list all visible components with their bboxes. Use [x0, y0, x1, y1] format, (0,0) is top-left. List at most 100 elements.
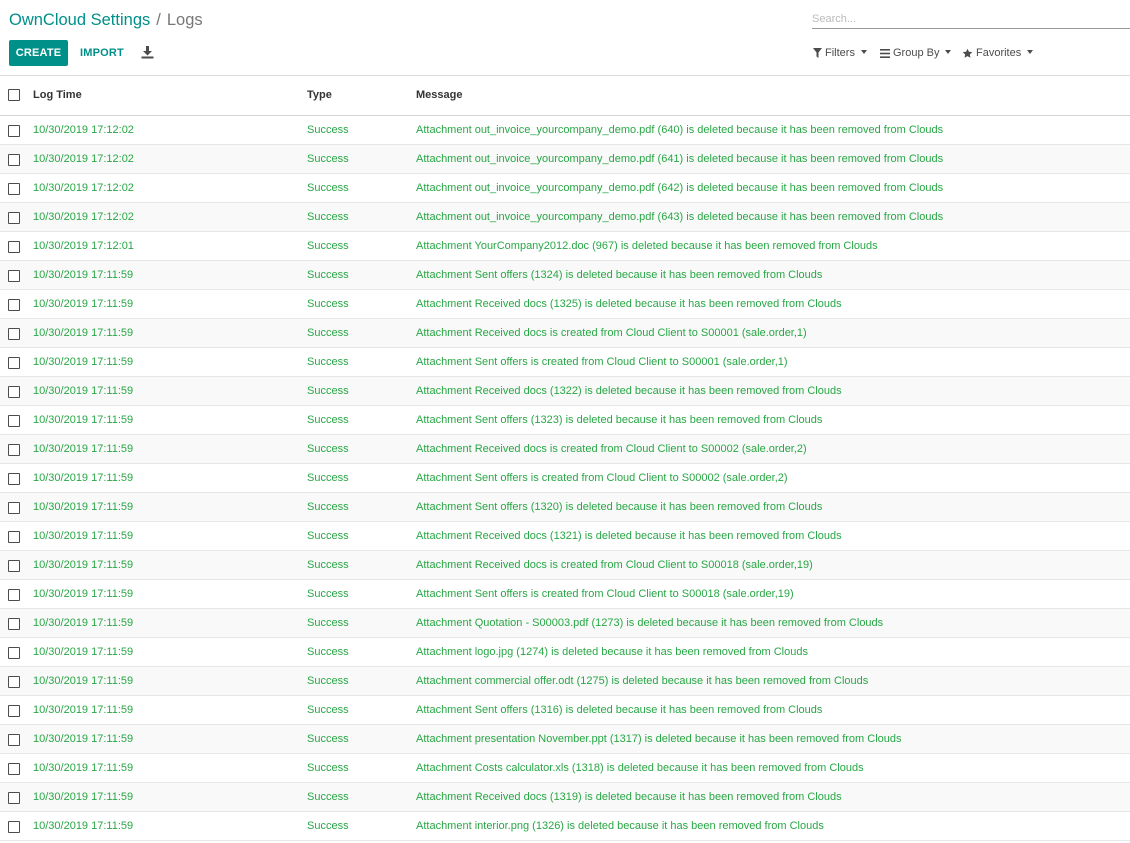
row-checkbox[interactable] [8, 241, 20, 253]
message-cell: Attachment Quotation - S00003.pdf (1273)… [416, 617, 884, 629]
breadcrumb-parent-link[interactable]: OwnCloud Settings [9, 11, 150, 29]
type-cell: Success [307, 298, 349, 310]
table-row[interactable]: 10/30/2019 17:12:02 Success Attachment out… [0, 116, 1130, 145]
table-row[interactable]: 10/30/2019 17:11:59 Success Attachment Sen… [0, 580, 1130, 609]
table-row[interactable]: 10/30/2019 17:11:59 Success Attachment Sen… [0, 696, 1130, 725]
log-time-cell: 10/30/2019 17:11:59 [33, 733, 134, 745]
row-checkbox[interactable] [8, 821, 20, 833]
control-panel: OwnCloud Settings / Logs CREATE IMPORT Fil… [0, 0, 1130, 76]
type-cell: Success [307, 182, 349, 194]
type-cell: Success [307, 472, 349, 484]
table-row[interactable]: 10/30/2019 17:12:02 Success Attachment out… [0, 145, 1130, 174]
row-checkbox[interactable] [8, 502, 20, 514]
row-checkbox[interactable] [8, 183, 20, 195]
row-checkbox[interactable] [8, 270, 20, 282]
table-row[interactable]: 10/30/2019 17:11:59 Success Attachment Quo… [0, 609, 1130, 638]
type-cell: Success [307, 124, 349, 136]
row-checkbox[interactable] [8, 763, 20, 775]
row-checkbox[interactable] [8, 212, 20, 224]
row-checkbox[interactable] [8, 647, 20, 659]
message-cell: Attachment presentation November.ppt (13… [416, 733, 902, 745]
table-row[interactable]: 10/30/2019 17:11:59 Success Attachment Rec… [0, 551, 1130, 580]
column-header-message[interactable]: Message [416, 89, 462, 101]
select-all-checkbox[interactable] [8, 89, 20, 101]
table-row[interactable]: 10/30/2019 17:11:59 Success Attachment int… [0, 812, 1130, 841]
log-time-cell: 10/30/2019 17:11:59 [33, 704, 134, 716]
type-cell: Success [307, 530, 349, 542]
favorites-dropdown[interactable]: Favorites [962, 46, 1034, 60]
table-row[interactable]: 10/30/2019 17:12:02 Success Attachment out… [0, 174, 1130, 203]
type-cell: Success [307, 733, 349, 745]
download-icon[interactable] [141, 46, 154, 59]
row-checkbox[interactable] [8, 560, 20, 572]
log-time-cell: 10/30/2019 17:11:59 [33, 762, 134, 774]
row-checkbox[interactable] [8, 154, 20, 166]
row-checkbox[interactable] [8, 676, 20, 688]
row-checkbox[interactable] [8, 328, 20, 340]
log-time-cell: 10/30/2019 17:11:59 [33, 646, 134, 658]
message-cell: Attachment Received docs is created from… [416, 327, 807, 339]
message-cell: Attachment Received docs (1319) is delet… [416, 791, 842, 803]
table-row[interactable]: 10/30/2019 17:11:59 Success Attachment Sen… [0, 348, 1130, 377]
breadcrumb-separator: / [156, 11, 161, 29]
import-button[interactable]: IMPORT [80, 40, 124, 66]
table-row[interactable]: 10/30/2019 17:12:02 Success Attachment out… [0, 203, 1130, 232]
log-time-cell: 10/30/2019 17:12:01 [33, 240, 134, 252]
row-checkbox[interactable] [8, 589, 20, 601]
type-cell: Success [307, 269, 349, 281]
table-row[interactable]: 10/30/2019 17:11:59 Success Attachment log… [0, 638, 1130, 667]
caret-down-icon [945, 50, 952, 54]
table-row[interactable]: 10/30/2019 17:11:59 Success Attachment pre… [0, 725, 1130, 754]
row-checkbox[interactable] [8, 734, 20, 746]
type-cell: Success [307, 356, 349, 368]
search-box [812, 9, 1130, 29]
filters-dropdown[interactable]: Filters [813, 46, 867, 60]
table-header: Log Time Type Message [0, 76, 1130, 116]
table-row[interactable]: 10/30/2019 17:11:59 Success Attachment Rec… [0, 319, 1130, 348]
row-checkbox[interactable] [8, 444, 20, 456]
create-button[interactable]: CREATE [9, 40, 68, 66]
message-cell: Attachment Received docs (1325) is delet… [416, 298, 842, 310]
row-checkbox[interactable] [8, 705, 20, 717]
breadcrumb: OwnCloud Settings / Logs [9, 11, 203, 30]
table-row[interactable]: 10/30/2019 17:11:59 Success Attachment Cos… [0, 754, 1130, 783]
logs-table: Log Time Type Message 10/30/2019 17:12:0… [0, 76, 1130, 841]
table-row[interactable]: 10/30/2019 17:11:59 Success Attachment Sen… [0, 464, 1130, 493]
message-cell: Attachment Received docs is created from… [416, 559, 813, 571]
message-cell: Attachment out_invoice_yourcompany_demo.… [416, 124, 944, 136]
log-time-cell: 10/30/2019 17:12:02 [33, 182, 134, 194]
table-row[interactable]: 10/30/2019 17:11:59 Success Attachment Sen… [0, 493, 1130, 522]
type-cell: Success [307, 588, 349, 600]
message-cell: Attachment Received docs (1321) is delet… [416, 530, 842, 542]
caret-down-icon [860, 50, 867, 54]
table-row[interactable]: 10/30/2019 17:11:59 Success Attachment Rec… [0, 290, 1130, 319]
search-input[interactable] [812, 10, 1130, 28]
row-checkbox[interactable] [8, 473, 20, 485]
table-row[interactable]: 10/30/2019 17:11:59 Success Attachment Rec… [0, 435, 1130, 464]
row-checkbox[interactable] [8, 299, 20, 311]
table-row[interactable]: 10/30/2019 17:11:59 Success Attachment com… [0, 667, 1130, 696]
message-cell: Attachment interior.png (1326) is delete… [416, 820, 824, 832]
message-cell: Attachment Received docs (1322) is delet… [416, 385, 842, 397]
message-cell: Attachment Costs calculator.xls (1318) i… [416, 762, 864, 774]
row-checkbox[interactable] [8, 415, 20, 427]
table-row[interactable]: 10/30/2019 17:11:59 Success Attachment Rec… [0, 522, 1130, 551]
row-checkbox[interactable] [8, 357, 20, 369]
table-row[interactable]: 10/30/2019 17:11:59 Success Attachment Sen… [0, 406, 1130, 435]
table-row[interactable]: 10/30/2019 17:11:59 Success Attachment Rec… [0, 377, 1130, 406]
group-by-dropdown[interactable]: Group By [880, 46, 952, 60]
column-header-log-time[interactable]: Log Time [33, 89, 82, 101]
row-checkbox[interactable] [8, 386, 20, 398]
row-checkbox[interactable] [8, 531, 20, 543]
row-checkbox[interactable] [8, 618, 20, 630]
table-row[interactable]: 10/30/2019 17:11:59 Success Attachment Rec… [0, 783, 1130, 812]
type-cell: Success [307, 501, 349, 513]
type-cell: Success [307, 240, 349, 252]
row-checkbox[interactable] [8, 792, 20, 804]
type-cell: Success [307, 791, 349, 803]
column-header-type[interactable]: Type [307, 89, 332, 101]
row-checkbox[interactable] [8, 125, 20, 137]
table-row[interactable]: 10/30/2019 17:12:01 Success Attachment You… [0, 232, 1130, 261]
table-row[interactable]: 10/30/2019 17:11:59 Success Attachment Sen… [0, 261, 1130, 290]
log-time-cell: 10/30/2019 17:11:59 [33, 675, 134, 687]
